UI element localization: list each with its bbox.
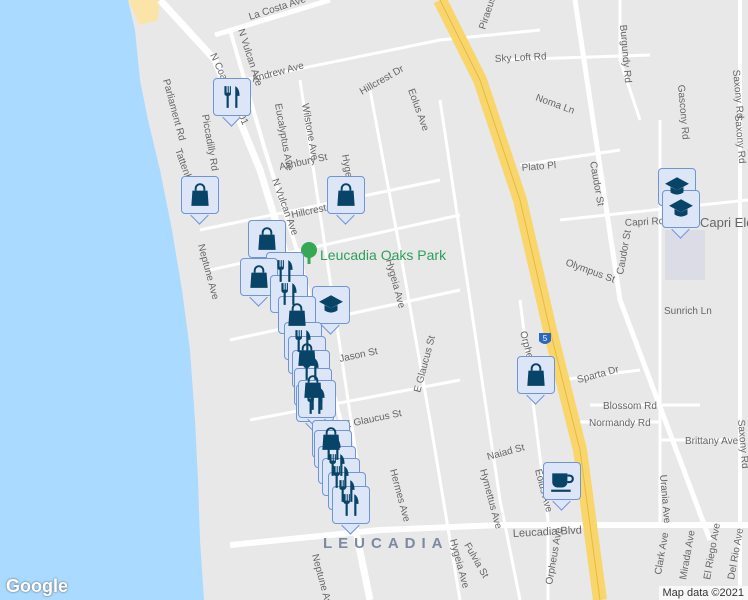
marker-box xyxy=(543,462,581,500)
svg-text:Sunrich Ln: Sunrich Ln xyxy=(664,306,712,317)
cafe-icon xyxy=(549,468,575,494)
highway-shield: 5 xyxy=(539,333,551,344)
marker-box xyxy=(332,486,370,524)
poi-marker-restaurant[interactable] xyxy=(213,78,251,127)
marker-box xyxy=(181,176,219,214)
school-icon xyxy=(668,196,694,222)
poi-marker-cafe[interactable] xyxy=(543,462,581,511)
shop-icon xyxy=(187,182,213,208)
map-attribution[interactable]: Map data ©2021 xyxy=(658,586,748,600)
city-label: LEUCADIA xyxy=(323,535,449,552)
marker-box xyxy=(213,78,251,116)
restaurant-icon xyxy=(304,386,330,412)
school-grounds xyxy=(665,230,705,280)
google-logo[interactable]: Google xyxy=(6,576,68,597)
shop-icon xyxy=(246,264,272,290)
restaurant-icon xyxy=(219,84,245,110)
svg-text:Normandy Rd: Normandy Rd xyxy=(589,418,651,429)
poi-marker-school[interactable] xyxy=(662,190,700,239)
shop-icon xyxy=(284,302,310,328)
shop-icon xyxy=(333,182,359,208)
restaurant-icon xyxy=(338,492,364,518)
poi-marker-restaurant[interactable] xyxy=(332,486,370,535)
marker-box xyxy=(517,356,555,394)
svg-text:Blossom Rd: Blossom Rd xyxy=(603,401,657,412)
map-canvas[interactable]: 5 La Costa Ave Piraeus St Sky Loft Rd Bu… xyxy=(0,0,748,600)
school-icon xyxy=(318,292,344,318)
marker-box xyxy=(327,176,365,214)
shop-icon xyxy=(523,362,549,388)
poi-marker-shop[interactable] xyxy=(517,356,555,405)
poi-marker-shop[interactable] xyxy=(181,176,219,225)
svg-text:Brittany Ave: Brittany Ave xyxy=(685,436,739,447)
poi-marker-shop[interactable] xyxy=(327,176,365,225)
park-label[interactable]: Leucadia Oaks Park xyxy=(320,247,447,263)
marker-box xyxy=(312,286,350,324)
school-label[interactable]: Capri Elem xyxy=(700,215,748,230)
svg-text:Capri Rd: Capri Rd xyxy=(625,216,665,229)
shop-icon xyxy=(254,226,280,252)
svg-text:5: 5 xyxy=(543,334,548,343)
marker-box xyxy=(662,190,700,228)
